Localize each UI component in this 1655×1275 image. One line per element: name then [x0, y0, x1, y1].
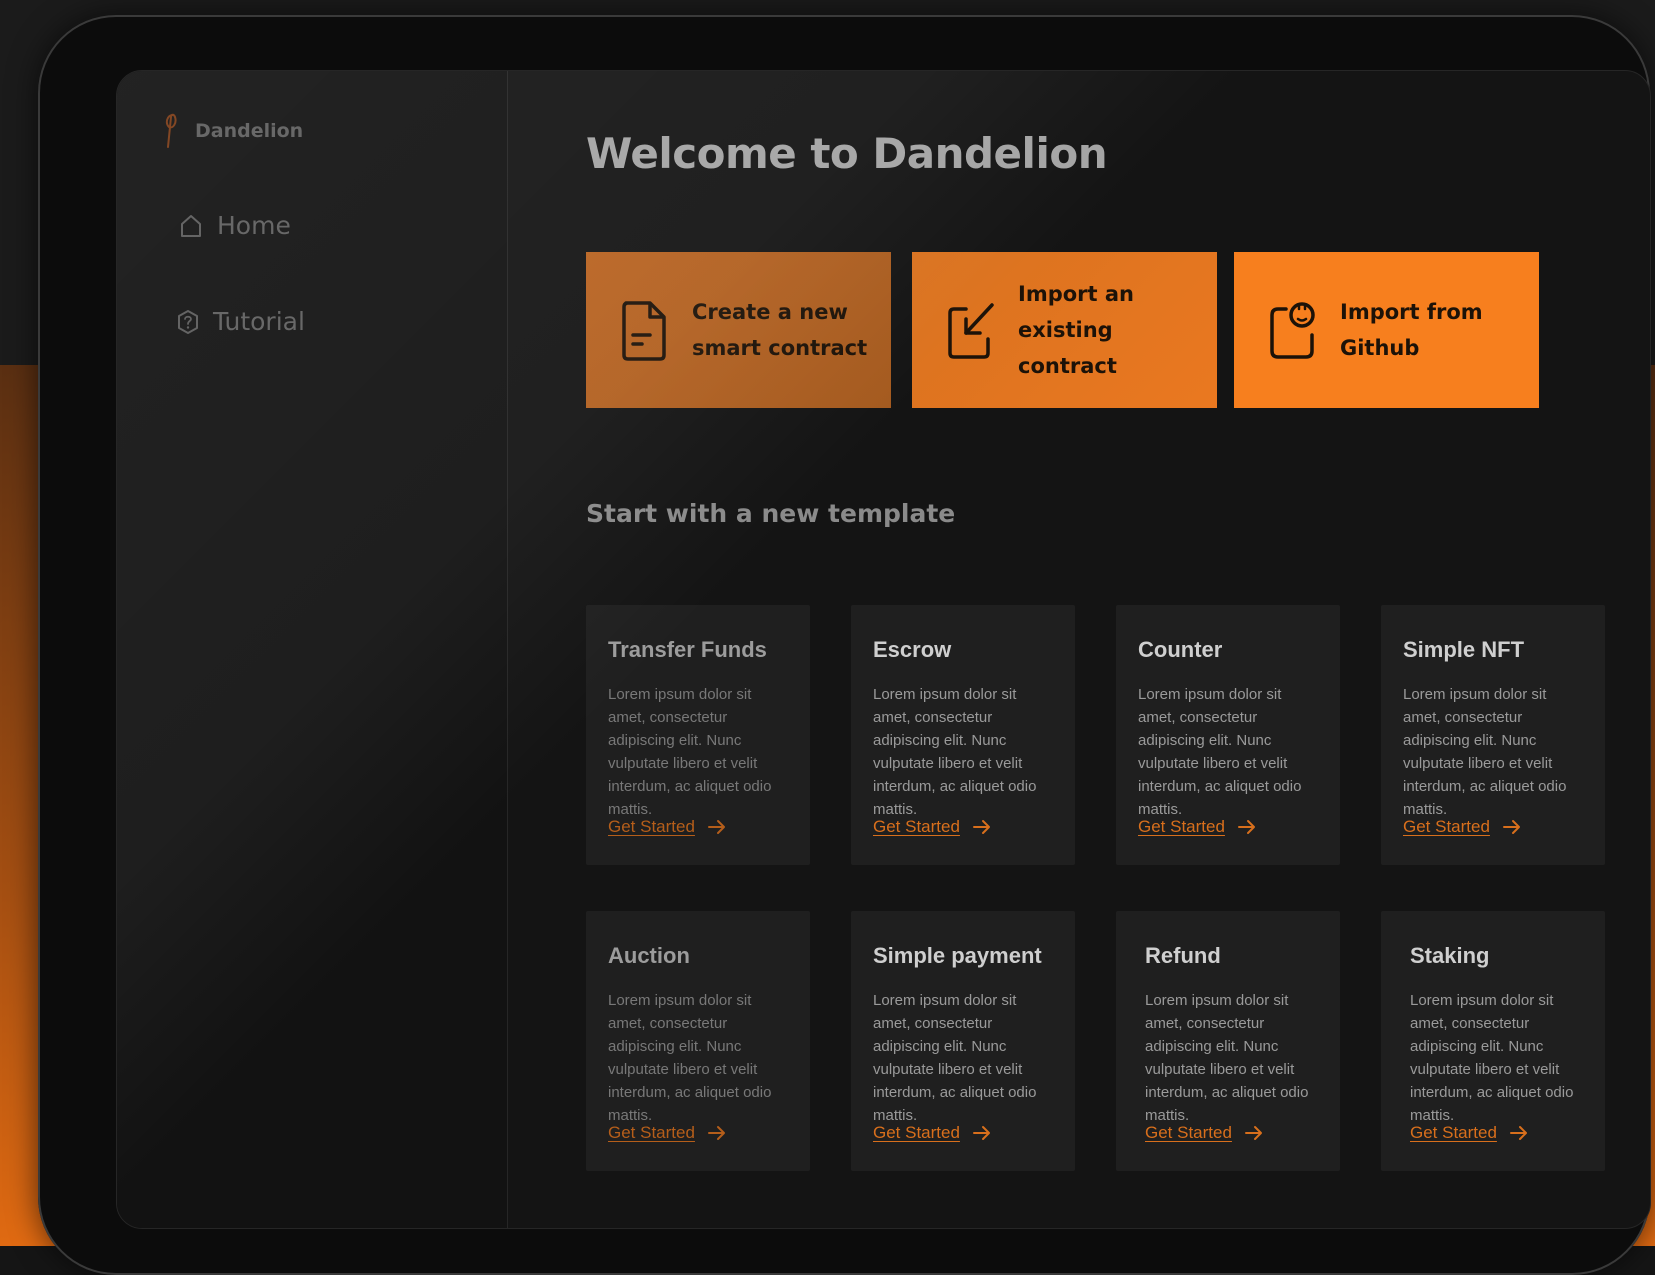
arrow-right-icon: [707, 820, 725, 834]
card-description: Lorem ipsum dolor sit amet, consectetur …: [1410, 992, 1574, 1124]
get-started-label[interactable]: Get Started: [1138, 817, 1225, 837]
arrow-right-icon: [972, 1126, 990, 1140]
get-started-link[interactable]: Get Started: [1145, 1123, 1264, 1143]
create-contract-button[interactable]: Create a new smart contract: [586, 252, 891, 408]
sidebar-item-tutorial[interactable]: Tutorial: [177, 307, 305, 336]
action-label: Import an existing contract: [1018, 282, 1134, 378]
get-started-link[interactable]: Get Started: [1403, 817, 1522, 837]
card-description: Lorem ipsum dolor sit amet, consectetur …: [1138, 686, 1302, 818]
import-github-button[interactable]: Import from Github: [1234, 252, 1539, 408]
card-title: Counter: [1138, 637, 1223, 662]
page-title: Welcome to Dandelion: [586, 129, 1108, 178]
get-started-link[interactable]: Get Started: [873, 1123, 992, 1143]
card-title: Simple NFT: [1403, 637, 1525, 662]
arrow-right-icon: [707, 1126, 725, 1140]
home-icon: [181, 214, 201, 237]
sidebar: Dandelion Home Tutorial: [117, 71, 508, 1228]
template-card-transfer-funds[interactable]: Transfer Funds Lorem ipsum dolor sit ame…: [586, 605, 810, 865]
app-screen: Dandelion Home Tutorial Welcome to Dande…: [116, 70, 1651, 1229]
card-title: Auction: [608, 943, 690, 968]
help-hexagon-icon: [178, 309, 198, 334]
card-title: Refund: [1145, 943, 1221, 968]
arrow-right-icon: [1237, 820, 1255, 834]
sidebar-item-label: Tutorial: [213, 307, 305, 336]
sidebar-item-home[interactable]: Home: [179, 211, 291, 240]
template-card-auction[interactable]: Auction Lorem ipsum dolor sit amet, cons…: [586, 911, 810, 1171]
arrow-right-icon: [1244, 1126, 1262, 1140]
github-icon: [1270, 302, 1315, 359]
card-description: Lorem ipsum dolor sit amet, consectetur …: [608, 992, 772, 1124]
get-started-label[interactable]: Get Started: [608, 1123, 695, 1143]
card-title: Simple payment: [873, 943, 1042, 968]
sidebar-item-label: Home: [217, 211, 291, 240]
action-label: Import from Github: [1340, 300, 1483, 360]
get-started-label[interactable]: Get Started: [873, 1123, 960, 1143]
get-started-link[interactable]: Get Started: [873, 817, 992, 837]
dandelion-logo-icon: [165, 113, 177, 148]
import-arrow-icon: [948, 303, 994, 359]
get-started-link[interactable]: Get Started: [608, 1123, 727, 1143]
card-description: Lorem ipsum dolor sit amet, consectetur …: [1403, 686, 1567, 818]
card-title: Escrow: [873, 637, 952, 662]
arrow-right-icon: [972, 820, 990, 834]
main-content: Welcome to Dandelion Create a new smart …: [507, 71, 1650, 1228]
get-started-label[interactable]: Get Started: [1403, 817, 1490, 837]
get-started-link[interactable]: Get Started: [608, 817, 727, 837]
arrow-right-icon: [1502, 820, 1520, 834]
app-name: Dandelion: [195, 120, 304, 142]
arrow-right-icon: [1509, 1126, 1527, 1140]
template-card-counter[interactable]: Counter Lorem ipsum dolor sit amet, cons…: [1116, 605, 1340, 865]
template-card-simple-payment[interactable]: Simple payment Lorem ipsum dolor sit ame…: [851, 911, 1075, 1171]
template-card-simple-nft[interactable]: Simple NFT Lorem ipsum dolor sit amet, c…: [1381, 605, 1605, 865]
tablet-frame: Dandelion Home Tutorial Welcome to Dande…: [38, 15, 1651, 1275]
template-card-refund[interactable]: Refund Lorem ipsum dolor sit amet, conse…: [1116, 911, 1340, 1171]
app-logo[interactable]: Dandelion: [159, 111, 303, 151]
card-description: Lorem ipsum dolor sit amet, consectetur …: [873, 686, 1037, 818]
card-description: Lorem ipsum dolor sit amet, consectetur …: [608, 686, 772, 818]
action-label: Create a new smart contract: [692, 300, 868, 360]
card-description: Lorem ipsum dolor sit amet, consectetur …: [1145, 992, 1309, 1124]
templates-heading: Start with a new template: [586, 499, 956, 528]
import-contract-button[interactable]: Import an existing contract: [912, 252, 1217, 408]
card-title: Transfer Funds: [608, 637, 767, 662]
get-started-label[interactable]: Get Started: [1145, 1123, 1232, 1143]
get-started-link[interactable]: Get Started: [1410, 1123, 1529, 1143]
get-started-label[interactable]: Get Started: [1410, 1123, 1497, 1143]
get-started-label[interactable]: Get Started: [873, 817, 960, 837]
card-title: Staking: [1410, 943, 1490, 968]
card-description: Lorem ipsum dolor sit amet, consectetur …: [873, 992, 1037, 1124]
get-started-label[interactable]: Get Started: [608, 817, 695, 837]
template-card-staking[interactable]: Staking Lorem ipsum dolor sit amet, cons…: [1381, 911, 1605, 1171]
template-card-escrow[interactable]: Escrow Lorem ipsum dolor sit amet, conse…: [851, 605, 1075, 865]
get-started-link[interactable]: Get Started: [1138, 817, 1257, 837]
document-icon: [622, 301, 666, 361]
